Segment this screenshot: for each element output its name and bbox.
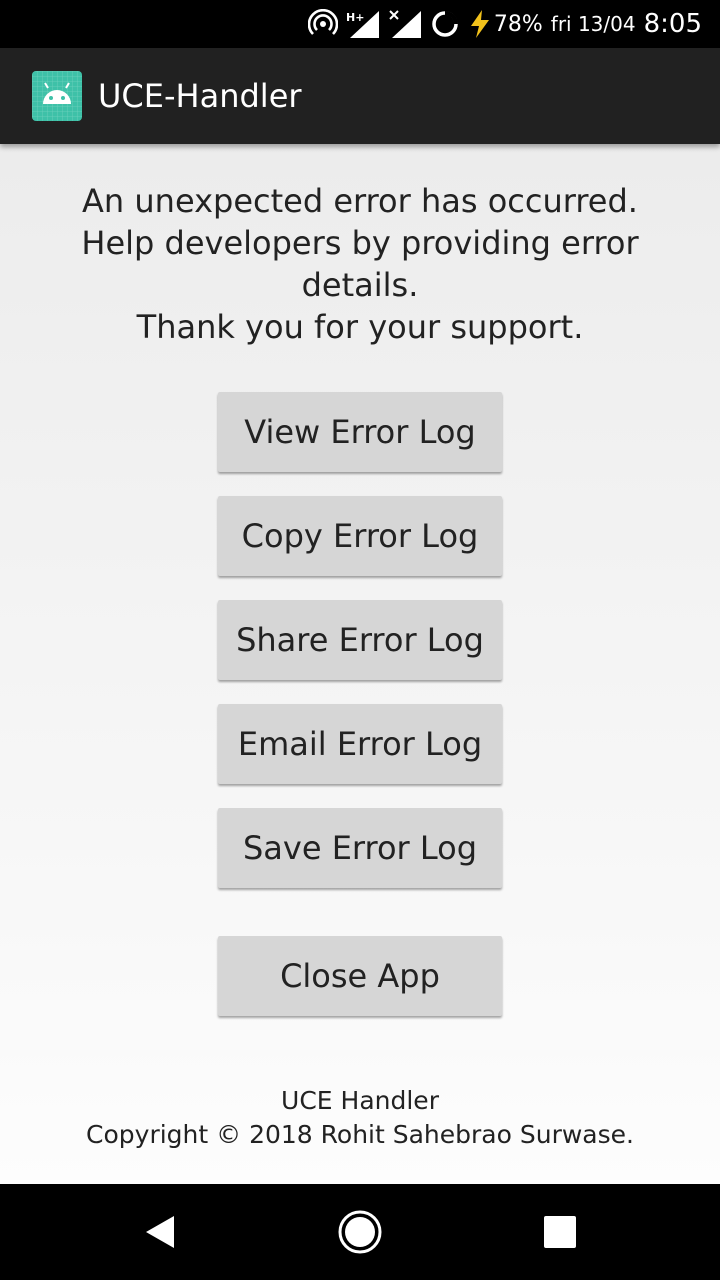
signal-x-icon — [388, 9, 422, 39]
hotspot-icon — [307, 9, 338, 39]
svg-text:H+: H+ — [346, 11, 364, 24]
error-message: An unexpected error has occurred. Help d… — [40, 180, 680, 348]
share-error-log-button[interactable]: Share Error Log — [218, 600, 502, 680]
email-error-log-button[interactable]: Email Error Log — [218, 704, 502, 784]
footer: UCE Handler Copyright © 2018 Rohit Saheb… — [0, 1084, 720, 1152]
app-title: UCE-Handler — [98, 77, 302, 115]
view-error-log-button[interactable]: View Error Log — [218, 392, 502, 472]
sync-ring-icon — [430, 9, 460, 39]
signal-hplus-icon: H+ — [346, 9, 380, 39]
back-icon[interactable] — [136, 1208, 184, 1256]
navigation-bar — [0, 1184, 720, 1280]
charging-bolt-icon — [468, 9, 492, 39]
recents-icon[interactable] — [536, 1208, 584, 1256]
status-bar: H+ 78% fri 13/04 8:05 — [0, 0, 720, 48]
home-icon[interactable] — [336, 1208, 384, 1256]
footer-app-name: UCE Handler — [281, 1086, 439, 1115]
error-message-line: Thank you for your support. — [136, 308, 584, 346]
status-time: 8:05 — [643, 9, 702, 39]
error-message-line: Help developers by providing error — [81, 224, 639, 262]
footer-copyright: Copyright © 2018 Rohit Sahebrao Surwase. — [86, 1120, 634, 1149]
error-message-line: An unexpected error has occurred. — [82, 182, 638, 220]
close-app-button[interactable]: Close App — [218, 936, 502, 1016]
copy-error-log-button[interactable]: Copy Error Log — [218, 496, 502, 576]
app-bar: UCE-Handler — [0, 48, 720, 144]
error-content: An unexpected error has occurred. Help d… — [0, 144, 720, 1184]
android-app-icon — [32, 71, 82, 121]
status-date: fri 13/04 — [550, 12, 636, 36]
save-error-log-button[interactable]: Save Error Log — [218, 808, 502, 888]
screen: H+ 78% fri 13/04 8:05 UCE-Handler An une… — [0, 0, 720, 1280]
battery-percentage: 78% — [493, 11, 543, 37]
error-message-line: details. — [301, 266, 419, 304]
